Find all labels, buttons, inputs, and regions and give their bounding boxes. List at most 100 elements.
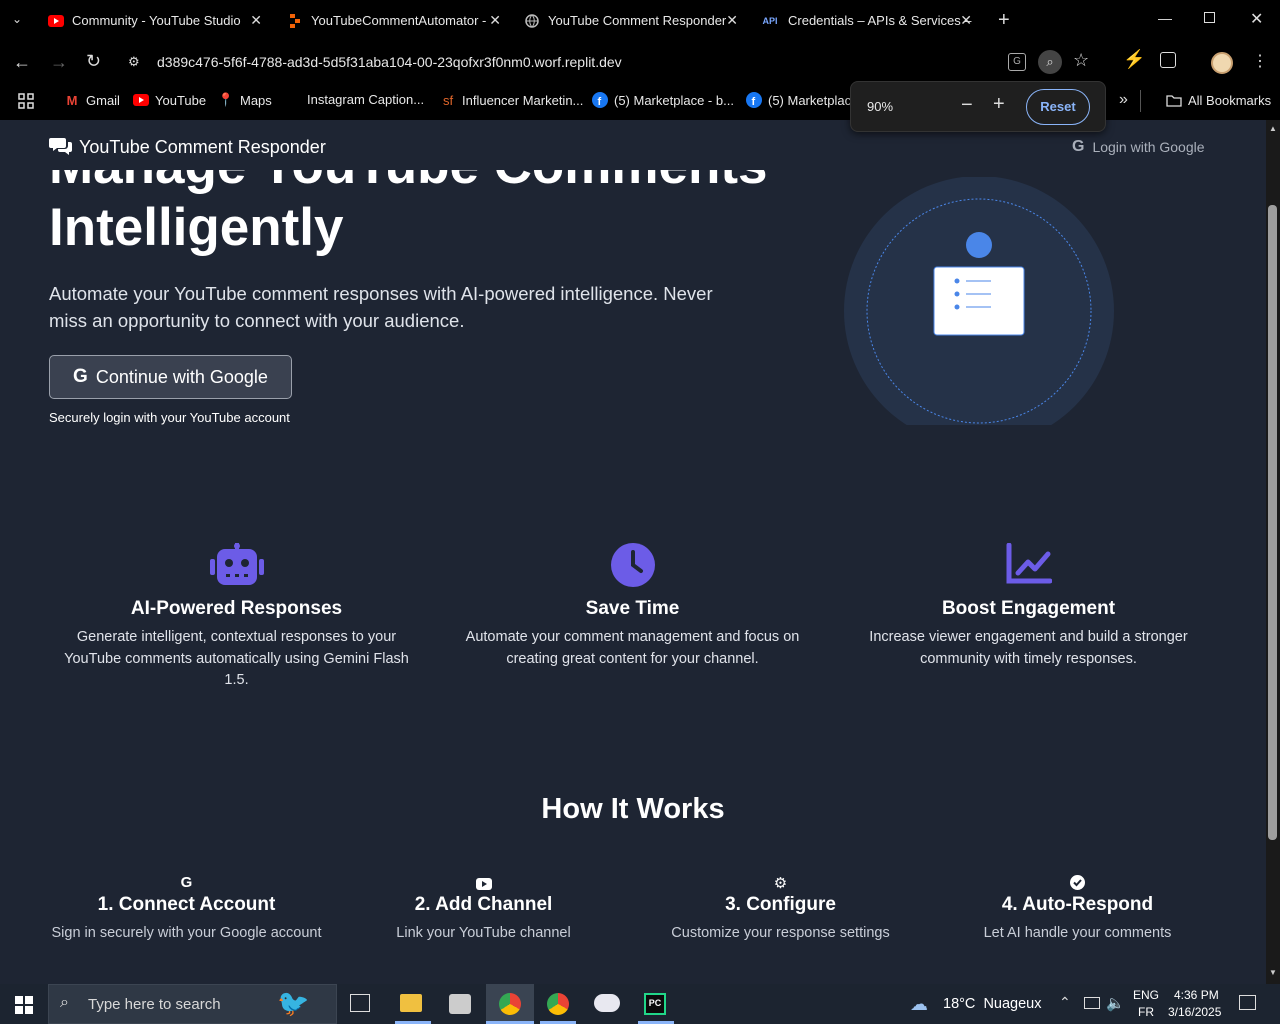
extension-bolt-icon[interactable]: ⚡ — [1123, 49, 1145, 70]
tab-comment-responder[interactable]: YouTube Comment Responder ✕ — [510, 0, 746, 41]
folder-icon — [1166, 92, 1182, 108]
menu-icon[interactable]: ⋮ — [1252, 51, 1268, 71]
sf-icon: sf — [442, 92, 454, 108]
login-note: Securely login with your YouTube account — [49, 410, 290, 425]
close-tab-icon[interactable]: ✕ — [250, 12, 262, 29]
zoom-out-icon[interactable]: − — [961, 94, 973, 117]
minimize-icon[interactable]: — — [1158, 10, 1172, 26]
bookmark-youtube[interactable]: YouTube — [133, 92, 206, 108]
pycharm-icon[interactable]: PC — [644, 993, 666, 1015]
scroll-up-icon[interactable]: ▲ — [1269, 124, 1277, 133]
all-bookmarks[interactable]: All Bookmarks — [1166, 92, 1271, 108]
zoom-in-icon[interactable]: + — [993, 93, 1005, 116]
windows-start-icon[interactable] — [15, 996, 33, 1019]
reload-icon[interactable]: ↻ — [86, 51, 101, 72]
taskbar: ⌕ Type here to search 🐦 PC ☁ 18°C Nuageu… — [0, 984, 1280, 1024]
bookmark-gmail[interactable]: M Gmail — [64, 92, 120, 108]
feature-title: Save Time — [585, 598, 680, 619]
clock-icon — [436, 543, 829, 589]
task-view-icon[interactable] — [350, 994, 370, 1012]
bookmark-marketplace-2[interactable]: f (5) Marketplace — [746, 92, 858, 108]
maximize-icon[interactable] — [1204, 12, 1215, 23]
chevron-up-icon[interactable]: ⌃ — [1059, 994, 1071, 1011]
step-auto-respond: 4. Auto-Respond Let AI handle your comme… — [929, 874, 1226, 941]
bookmark-maps[interactable]: 📍 Maps — [218, 92, 272, 108]
login-link[interactable]: G Login with Google — [1072, 138, 1205, 156]
address-bar: ← → ↻ ⚙ d389c476-5f6f-4788-ad3d-5d5f31ab… — [0, 41, 1280, 84]
bookmark-star-icon[interactable]: ☆ — [1073, 50, 1089, 71]
feature-title: Boost Engagement — [941, 598, 1116, 619]
chart-line-icon — [832, 542, 1225, 589]
facebook-icon: f — [592, 92, 608, 108]
new-tab-icon[interactable]: + — [998, 9, 1010, 32]
search-icon: ⌕ — [60, 994, 69, 1011]
chrome-icon[interactable] — [547, 993, 569, 1015]
step-text: Sign in securely with your Google accoun… — [51, 925, 322, 941]
extensions-icon[interactable] — [1160, 52, 1176, 68]
file-explorer-icon[interactable] — [400, 994, 422, 1012]
svg-text:f: f — [752, 96, 756, 108]
notification-icon[interactable] — [1239, 995, 1256, 1010]
feature-boost-engagement: Boost Engagement Increase viewer engagem… — [832, 542, 1225, 670]
clock-date[interactable]: 3/16/2025 — [1168, 1005, 1221, 1019]
gear-icon: ⚙ — [773, 875, 788, 892]
apps-grid-icon[interactable] — [18, 93, 34, 109]
app-icon[interactable] — [594, 994, 620, 1012]
forward-icon[interactable]: → — [50, 52, 68, 73]
svg-text:f: f — [598, 96, 602, 108]
brand-title[interactable]: YouTube Comment Responder — [79, 137, 326, 158]
close-window-icon[interactable]: ✕ — [1250, 9, 1263, 29]
site-info-icon[interactable]: ⚙ — [128, 54, 140, 70]
back-icon[interactable]: ← — [13, 52, 31, 73]
tab-youtube-studio[interactable]: Community - YouTube Studio ✕ — [48, 0, 270, 41]
close-tab-icon[interactable]: ✕ — [960, 12, 972, 29]
chrome-taskbar-active[interactable] — [486, 984, 534, 1024]
replit-icon — [287, 13, 303, 29]
search-placeholder: Type here to search — [88, 996, 221, 1013]
feature-text: Increase viewer engagement and build a s… — [869, 629, 1188, 667]
hero-illustration — [843, 177, 1115, 425]
clock-time[interactable]: 4:36 PM — [1174, 988, 1219, 1002]
youtube-icon — [48, 13, 64, 29]
bookmark-instagram[interactable]: Instagram Caption... — [307, 92, 424, 107]
robot-icon — [40, 543, 433, 589]
check-circle-icon — [929, 874, 1226, 892]
gmail-icon: M — [66, 92, 78, 108]
continue-with-google-button[interactable]: G Continue with Google — [49, 355, 292, 399]
bookmark-marketplace-1[interactable]: f (5) Marketplace - b... — [592, 92, 734, 108]
close-tab-icon[interactable]: ✕ — [489, 12, 501, 29]
network-icon[interactable] — [1084, 997, 1100, 1009]
bookmark-influencer[interactable]: sf Influencer Marketin... — [440, 92, 583, 108]
step-title: 2. Add Channel — [414, 894, 553, 915]
url-field[interactable]: d389c476-5f6f-4788-ad3d-5d5f31aba104-00-… — [157, 54, 622, 70]
tab-replit[interactable]: YouTubeCommentAutomator - ✕ — [287, 0, 509, 41]
zoom-icon[interactable]: ⌕ — [1038, 50, 1062, 74]
how-it-works-title: How It Works — [541, 793, 725, 825]
more-bookmarks-icon[interactable]: » — [1119, 91, 1128, 109]
avatar[interactable] — [1211, 52, 1233, 74]
close-tab-icon[interactable]: ✕ — [726, 12, 738, 29]
scroll-down-icon[interactable]: ▼ — [1269, 968, 1277, 977]
taskbar-search-box[interactable]: ⌕ Type here to search 🐦 — [48, 984, 337, 1024]
zoom-reset-button[interactable]: Reset — [1026, 89, 1090, 125]
weather[interactable]: 18°C Nuageux — [943, 996, 1042, 1012]
step-text: Customize your response settings — [671, 925, 890, 941]
translate-icon[interactable]: G — [1008, 53, 1026, 71]
tab-credentials[interactable]: API Credentials – APIs & Services – ✕ — [760, 0, 980, 41]
language-secondary[interactable]: FR — [1138, 1005, 1154, 1019]
scrollbar-thumb[interactable] — [1268, 205, 1277, 840]
language-primary[interactable]: ENG — [1133, 988, 1159, 1002]
step-title: 4. Auto-Respond — [1001, 894, 1154, 915]
speaker-icon[interactable]: 🔈 — [1106, 994, 1125, 1012]
tab-search-chevron-icon[interactable]: ⌄ — [12, 12, 22, 26]
step-connect-account: G 1. Connect Account Sign in securely wi… — [38, 874, 335, 941]
step-title: 1. Connect Account — [97, 894, 276, 915]
google-icon: G — [180, 874, 193, 891]
tab-title: YouTube Comment Responder — [548, 13, 727, 28]
google-icon: G — [73, 366, 88, 387]
youtube-icon — [133, 92, 149, 108]
zoom-level: 90% — [867, 99, 894, 114]
tab-title: YouTubeCommentAutomator - — [311, 13, 487, 28]
page-viewport: Manage YouTube Comments YouTube Comment … — [0, 120, 1266, 984]
app-icon[interactable] — [449, 994, 471, 1014]
